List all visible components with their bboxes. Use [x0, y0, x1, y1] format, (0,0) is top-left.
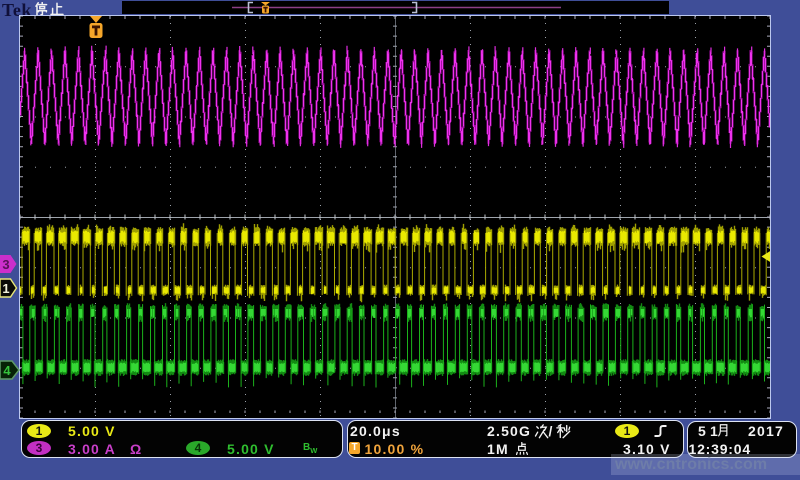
svg-text:3: 3 — [2, 257, 9, 272]
svg-text:1: 1 — [2, 281, 9, 296]
svg-text:4: 4 — [3, 363, 11, 378]
